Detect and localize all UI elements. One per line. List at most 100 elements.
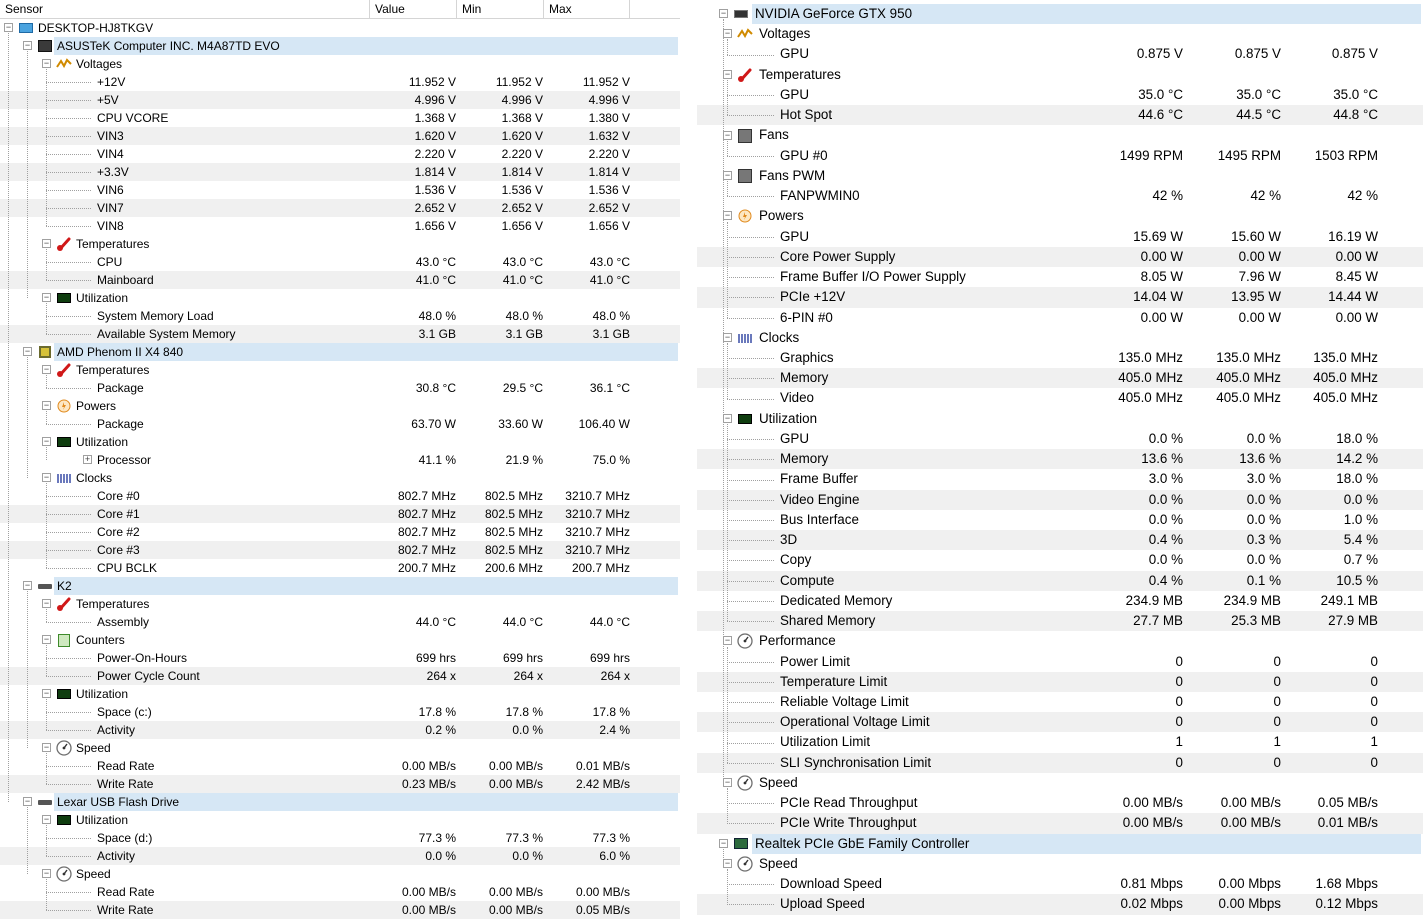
collapse-toggle-icon[interactable]: −	[723, 332, 732, 342]
sensor-row[interactable]: Reliable Voltage Limit 0 0 0	[697, 692, 1423, 712]
sensor-row[interactable]: VIN7 2.652 V 2.652 V 2.652 V	[0, 199, 680, 217]
sensor-row[interactable]: Available System Memory 3.1 GB 3.1 GB 3.1 G…	[0, 325, 680, 343]
sensor-group-row[interactable]: − Clocks	[697, 328, 1423, 348]
sensor-group-row[interactable]: − Temperatures	[0, 235, 680, 253]
collapse-toggle-icon[interactable]: −	[42, 599, 51, 608]
sensor-group-row[interactable]: − Fans PWM	[697, 166, 1423, 186]
sensor-group-row[interactable]: − Powers	[697, 206, 1423, 226]
sensor-group-row[interactable]: − Speed	[0, 865, 680, 883]
column-header-sensor[interactable]: Sensor	[0, 0, 370, 18]
collapse-toggle-icon[interactable]: −	[23, 581, 32, 590]
sensor-row[interactable]: PCIe Read Throughput 0.00 MB/s 0.00 MB/s 0.…	[697, 793, 1423, 813]
sensor-row[interactable]: Hot Spot 44.6 °C 44.5 °C 44.8 °C	[697, 105, 1423, 126]
sensor-row[interactable]: Read Rate 0.00 MB/s 0.00 MB/s 0.01 MB/s	[0, 757, 680, 775]
collapse-toggle-icon[interactable]: −	[723, 636, 732, 646]
sensor-row[interactable]: Package 63.70 W 33.60 W 106.40 W	[0, 415, 680, 433]
sensor-group-row[interactable]: − Speed	[697, 773, 1423, 793]
collapse-toggle-icon[interactable]: −	[723, 211, 732, 221]
sensor-row[interactable]: Operational Voltage Limit 0 0 0	[697, 712, 1423, 733]
sensor-row[interactable]: Core #1 802.7 MHz 802.5 MHz 3210.7 MHz	[0, 505, 680, 523]
collapse-toggle-icon[interactable]: −	[42, 815, 51, 824]
sensor-group-row[interactable]: − Utilization	[0, 685, 680, 703]
sensor-row[interactable]: SLI Synchronisation Limit 0 0 0	[697, 752, 1423, 773]
collapse-toggle-icon[interactable]: −	[23, 41, 32, 50]
collapse-toggle-icon[interactable]: −	[42, 293, 51, 302]
hardware-row[interactable]: − AMD Phenom II X4 840	[0, 343, 680, 361]
sensor-group-row[interactable]: − Utilization	[0, 811, 680, 829]
sensor-row[interactable]: Upload Speed 0.02 Mbps 0.00 Mbps 0.12 Mbps	[697, 894, 1423, 915]
collapse-toggle-icon[interactable]: −	[723, 130, 732, 140]
sensor-row[interactable]: PCIe Write Throughput 0.00 MB/s 0.00 MB/s 0…	[697, 813, 1423, 834]
sensor-row[interactable]: Core #0 802.7 MHz 802.5 MHz 3210.7 MHz	[0, 487, 680, 505]
sensor-group-row[interactable]: − Speed	[0, 739, 680, 757]
hardware-row[interactable]: − DESKTOP-HJ8TKGV	[0, 19, 680, 37]
sensor-row[interactable]: Core #2 802.7 MHz 802.5 MHz 3210.7 MHz	[0, 523, 680, 541]
hardware-row[interactable]: − Realtek PCIe GbE Family Controller	[697, 833, 1423, 854]
sensor-row[interactable]: Read Rate 0.00 MB/s 0.00 MB/s 0.00 MB/s	[0, 883, 680, 901]
sensor-row[interactable]: GPU #0 1499 RPM 1495 RPM 1503 RPM	[697, 146, 1423, 166]
sensor-row[interactable]: Activity 0.0 % 0.0 % 6.0 %	[0, 847, 680, 865]
sensor-row[interactable]: +5V 4.996 V 4.996 V 4.996 V	[0, 91, 680, 109]
sensor-row[interactable]: CPU VCORE 1.368 V 1.368 V 1.380 V	[0, 109, 680, 127]
sensor-row[interactable]: CPU 43.0 °C 43.0 °C 43.0 °C	[0, 253, 680, 271]
collapse-toggle-icon[interactable]: −	[723, 858, 732, 868]
collapse-toggle-icon[interactable]: −	[23, 797, 32, 806]
column-header-value[interactable]: Value	[370, 0, 457, 18]
hardware-row[interactable]: − K2	[0, 577, 680, 595]
sensor-row[interactable]: Memory 405.0 MHz 405.0 MHz 405.0 MHz	[697, 368, 1423, 389]
sensor-row[interactable]: System Memory Load 48.0 % 48.0 % 48.0 %	[0, 307, 680, 325]
sensor-group-row[interactable]: − Temperatures	[0, 595, 680, 613]
sensor-row[interactable]: +3.3V 1.814 V 1.814 V 1.814 V	[0, 163, 680, 181]
sensor-row[interactable]: Frame Buffer I/O Power Supply 8.05 W 7.96 …	[697, 267, 1423, 287]
collapse-toggle-icon[interactable]: −	[23, 347, 32, 356]
sensor-row[interactable]: Write Rate 0.00 MB/s 0.00 MB/s 0.05 MB/s	[0, 901, 680, 919]
collapse-toggle-icon[interactable]: −	[42, 365, 51, 374]
sensor-row[interactable]: Power Cycle Count 264 x 264 x 264 x	[0, 667, 680, 685]
sensor-row[interactable]: Memory 13.6 % 13.6 % 14.2 %	[697, 449, 1423, 470]
collapse-toggle-icon[interactable]: −	[723, 413, 732, 423]
collapse-toggle-icon[interactable]: −	[42, 59, 51, 68]
collapse-toggle-icon[interactable]: −	[42, 239, 51, 248]
collapse-toggle-icon[interactable]: −	[723, 170, 732, 180]
sensor-row[interactable]: Power Limit 0 0 0	[697, 652, 1423, 672]
sensor-group-row[interactable]: − Temperatures	[0, 361, 680, 379]
collapse-toggle-icon[interactable]: −	[723, 69, 732, 79]
sensor-row[interactable]: Copy 0.0 % 0.0 % 0.7 %	[697, 550, 1423, 570]
sensor-row[interactable]: CPU BCLK 200.7 MHz 200.6 MHz 200.7 MHz	[0, 559, 680, 577]
sensor-row[interactable]: Assembly 44.0 °C 44.0 °C 44.0 °C	[0, 613, 680, 631]
collapse-toggle-icon[interactable]: −	[723, 778, 732, 788]
column-header-max[interactable]: Max	[544, 0, 630, 18]
sensor-row[interactable]: Mainboard 41.0 °C 41.0 °C 41.0 °C	[0, 271, 680, 289]
sensor-group-row[interactable]: − Temperatures	[697, 65, 1423, 85]
sensor-row[interactable]: Space (c:) 17.8 % 17.8 % 17.8 %	[0, 703, 680, 721]
sensor-row[interactable]: FANPWMIN0 42 % 42 % 42 %	[697, 186, 1423, 206]
sensor-row[interactable]: Graphics 135.0 MHz 135.0 MHz 135.0 MHz	[697, 348, 1423, 368]
collapse-toggle-icon[interactable]: −	[42, 635, 51, 644]
sensor-row[interactable]: VIN3 1.620 V 1.620 V 1.632 V	[0, 127, 680, 145]
collapse-toggle-icon[interactable]: −	[42, 473, 51, 482]
sensor-group-row[interactable]: − Utilization	[0, 289, 680, 307]
collapse-toggle-icon[interactable]: −	[42, 869, 51, 878]
column-header-min[interactable]: Min	[457, 0, 544, 18]
sensor-group-row[interactable]: − Voltages	[0, 55, 680, 73]
sensor-group-row[interactable]: − Fans	[697, 125, 1423, 145]
sensor-row[interactable]: PCIe +12V 14.04 W 13.95 W 14.44 W	[697, 287, 1423, 308]
collapse-toggle-icon[interactable]: −	[719, 838, 728, 848]
sensor-row[interactable]: VIN6 1.536 V 1.536 V 1.536 V	[0, 181, 680, 199]
sensor-row[interactable]: 3D 0.4 % 0.3 % 5.4 %	[697, 530, 1423, 551]
sensor-row[interactable]: Bus Interface 0.0 % 0.0 % 1.0 %	[697, 510, 1423, 530]
sensor-row[interactable]: GPU 35.0 °C 35.0 °C 35.0 °C	[697, 85, 1423, 105]
sensor-row[interactable]: Package 30.8 °C 29.5 °C 36.1 °C	[0, 379, 680, 397]
hardware-row[interactable]: − NVIDIA GeForce GTX 950	[697, 4, 1423, 25]
sensor-row[interactable]: Shared Memory 27.7 MB 25.3 MB 27.9 MB	[697, 611, 1423, 632]
collapse-toggle-icon[interactable]: −	[4, 23, 13, 32]
sensor-row[interactable]: Dedicated Memory 234.9 MB 234.9 MB 249.1 MB	[697, 591, 1423, 611]
hardware-row[interactable]: − ASUSTeK Computer INC. M4A87TD EVO	[0, 37, 680, 55]
expand-toggle-icon[interactable]: +	[83, 455, 92, 464]
sensor-row[interactable]: Compute 0.4 % 0.1 % 10.5 %	[697, 570, 1423, 591]
sensor-row[interactable]: Temperature Limit 0 0 0	[697, 671, 1423, 692]
sensor-row[interactable]: GPU 15.69 W 15.60 W 16.19 W	[697, 227, 1423, 247]
sensor-row[interactable]: Power-On-Hours 699 hrs 699 hrs 699 hrs	[0, 649, 680, 667]
sensor-group-row[interactable]: − Speed	[697, 854, 1423, 874]
sensor-row[interactable]: + Processor 41.1 % 21.9 % 75.0 %	[0, 451, 680, 469]
